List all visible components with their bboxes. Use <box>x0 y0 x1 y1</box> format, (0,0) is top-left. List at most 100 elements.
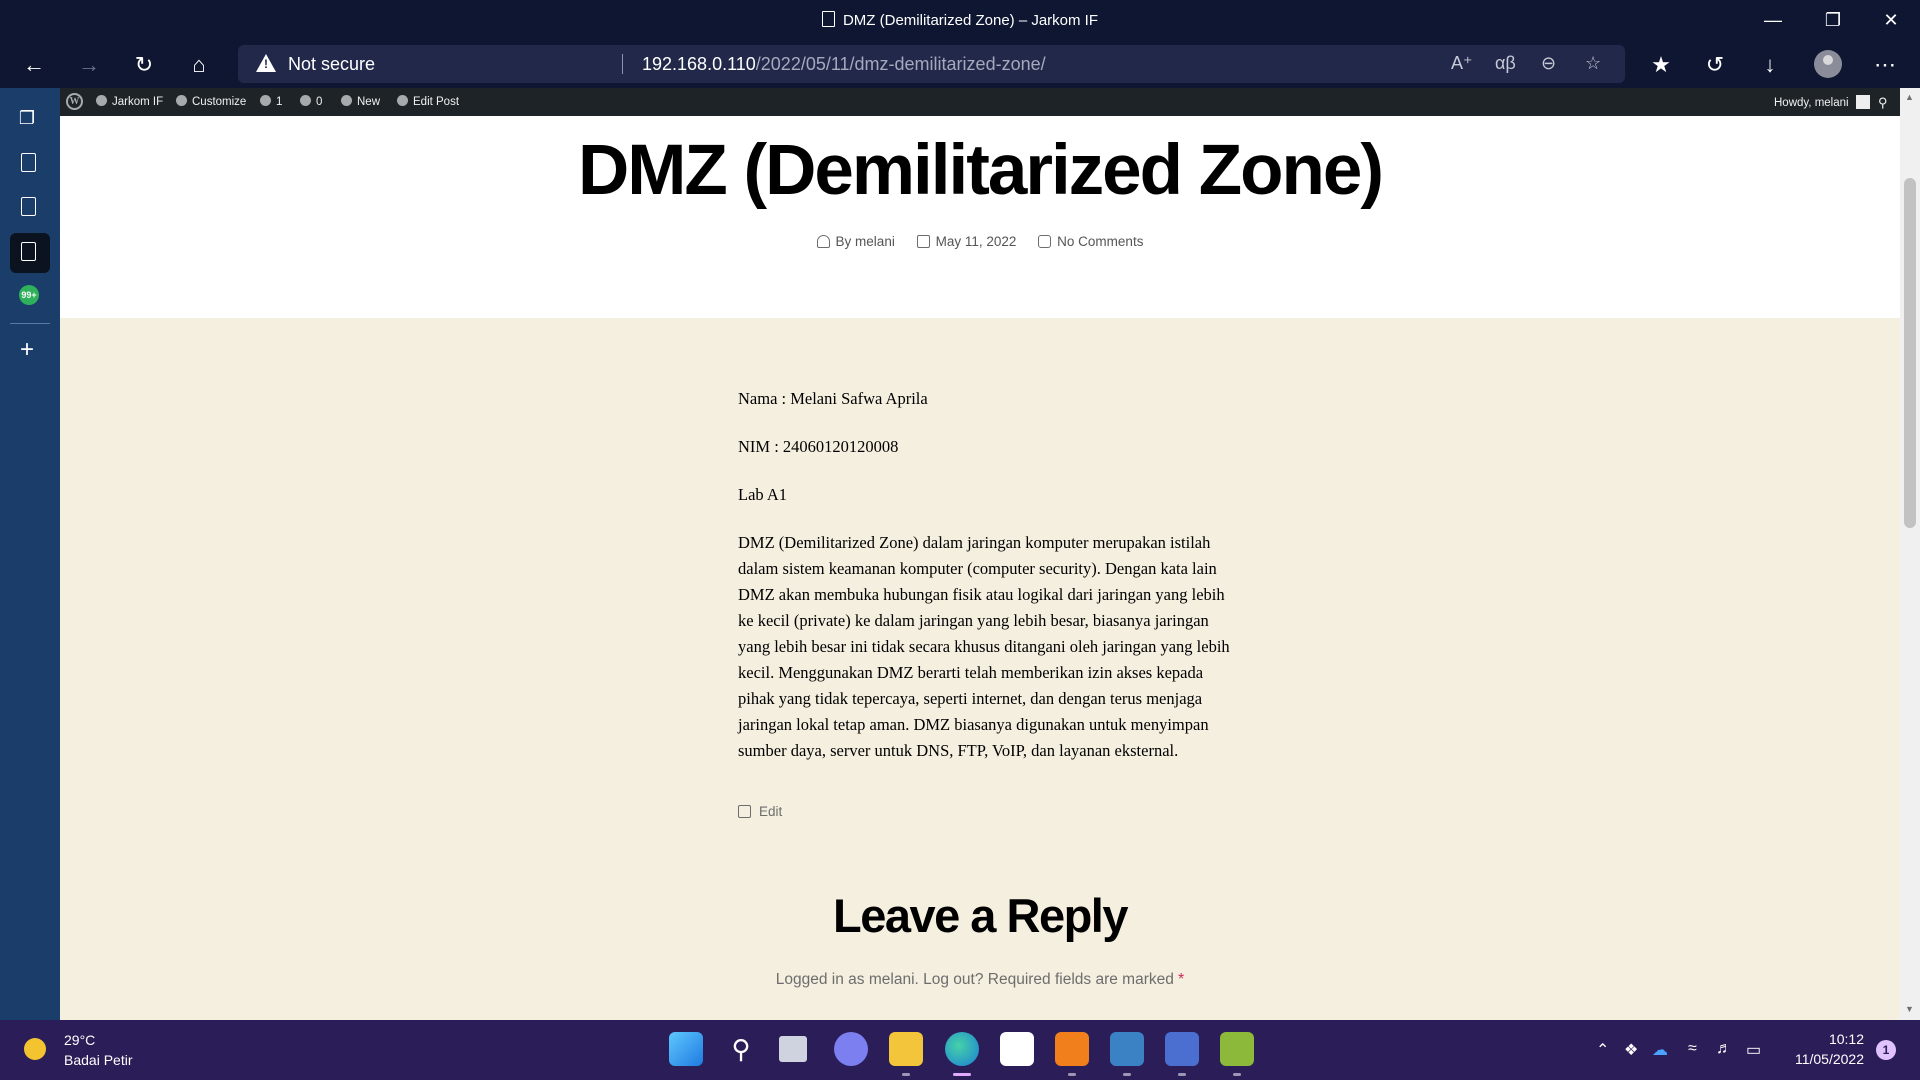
search-taskbar-icon[interactable]: ⚲ <box>724 1032 758 1066</box>
running-indicator <box>902 1073 910 1076</box>
edit-post-link[interactable]: Edit <box>738 804 782 819</box>
volume-icon[interactable]: ♬ <box>1716 1040 1732 1058</box>
favorites-icon[interactable]: ★ <box>1644 48 1678 82</box>
forward-button[interactable]: → <box>72 48 106 82</box>
lab-label: Lab A1 <box>738 485 788 504</box>
page-content: DMZ (Demilitarized Zone) By melani May 1… <box>60 116 1900 1020</box>
file-explorer-icon[interactable] <box>889 1032 923 1066</box>
post-entry: Nama : Melani Safwa Aprila NIM : 2406012… <box>738 386 1238 786</box>
running-indicator <box>1178 1073 1186 1076</box>
post-comments-link[interactable]: No Comments <box>1038 234 1143 249</box>
post-author[interactable]: By melani <box>816 234 895 249</box>
profile-avatar[interactable] <box>1814 50 1842 78</box>
whatsapp-tab-icon[interactable]: 99+ <box>19 285 39 305</box>
wifi-icon[interactable]: ≈ <box>1688 1040 1697 1058</box>
edit-post-link[interactable]: Edit Post <box>397 95 459 108</box>
person-icon <box>816 235 830 248</box>
updates-link[interactable]: 1 <box>260 95 282 108</box>
zoom-out-icon[interactable]: ⊖ <box>1541 53 1556 74</box>
active-indicator <box>953 1073 971 1076</box>
window-title-text: DMZ (Demilitarized Zone) – Jarkom IF <box>842 12 1099 29</box>
app-icon[interactable] <box>1220 1032 1254 1066</box>
author-text: By melani <box>835 234 895 249</box>
history-icon[interactable]: ↺ <box>1698 48 1732 82</box>
battery-icon[interactable]: ▭ <box>1746 1040 1761 1060</box>
customize-label: Customize <box>192 96 247 108</box>
customize-link[interactable]: Customize <box>176 95 246 108</box>
user-avatar <box>1855 95 1870 109</box>
new-tab-icon[interactable]: + <box>17 336 37 363</box>
account-menu[interactable]: Howdy, melani <box>1774 95 1870 109</box>
running-indicator <box>1233 1073 1241 1076</box>
running-indicator <box>1123 1073 1131 1076</box>
clock[interactable]: 10:12 11/05/2022 <box>1788 1029 1864 1069</box>
tab-actions-icon[interactable]: ❐ <box>17 108 37 128</box>
updates-count: 1 <box>276 96 283 108</box>
student-name: Nama : Melani Safwa Aprila <box>738 389 928 408</box>
edge-browser-icon[interactable] <box>945 1032 979 1066</box>
start-button[interactable] <box>669 1032 703 1066</box>
edit-link-label: Edit <box>759 804 783 819</box>
new-content-link[interactable]: New <box>341 95 380 108</box>
chevron-up-icon[interactable]: ⌃ <box>1596 1040 1609 1060</box>
restore-button[interactable]: ❐ <box>1818 6 1848 34</box>
date-text: May 11, 2022 <box>935 234 1017 249</box>
search-icon[interactable]: ⚲ <box>1878 95 1888 111</box>
downloads-icon[interactable]: ↓ <box>1753 48 1787 82</box>
post-header: DMZ (Demilitarized Zone) By melani May 1… <box>60 116 1900 318</box>
page-scrollbar[interactable]: ▲ ▼ <box>1900 88 1920 1020</box>
clock-time: 10:12 <box>1828 1031 1864 1047</box>
calendar-icon <box>916 235 930 248</box>
comments-text: No Comments <box>1057 234 1144 249</box>
app-icon[interactable] <box>1055 1032 1089 1066</box>
refresh-button[interactable]: ↻ <box>127 48 161 82</box>
pencil-icon <box>397 95 408 106</box>
browser-toolbar: ← → ↻ ⌂ Not secure 192.168.0.110/2022/05… <box>0 40 1920 88</box>
scroll-down-arrow[interactable]: ▼ <box>1905 1004 1914 1014</box>
plus-icon <box>341 95 352 106</box>
address-separator <box>622 54 623 74</box>
comments-link[interactable]: 0 <box>300 95 322 108</box>
dropbox-icon[interactable]: ❖ <box>1624 1040 1638 1060</box>
read-aloud-icon[interactable]: A⁺ <box>1451 53 1473 74</box>
app-icon[interactable] <box>1110 1032 1144 1066</box>
running-indicator <box>1068 1073 1076 1076</box>
vertical-tabs-sidebar: ❐ 99+ + <box>0 88 60 1020</box>
address-bar[interactable]: Not secure 192.168.0.110/2022/05/11/dmz-… <box>238 45 1625 83</box>
temperature: 29°C <box>64 1032 96 1048</box>
add-favorite-icon[interactable]: ☆ <box>1585 53 1601 74</box>
reply-title: Leave a Reply <box>832 889 1129 942</box>
article-paragraph: DMZ (Demilitarized Zone) dalam jaringan … <box>738 533 1230 760</box>
url-path: /2022/05/11/dmz-demilitarized-zone/ <box>755 54 1046 74</box>
url-text[interactable]: 192.168.0.110/2022/05/11/dmz-demilitariz… <box>642 54 1046 75</box>
logged-in-text: Logged in as melani. Log out? Required f… <box>775 971 1179 988</box>
warning-icon[interactable] <box>256 54 276 72</box>
wordpress-logo-icon[interactable]: W <box>66 93 83 110</box>
security-label[interactable]: Not secure <box>288 54 375 75</box>
translate-icon[interactable]: αβ <box>1495 53 1516 74</box>
task-view-icon[interactable] <box>779 1036 807 1062</box>
back-button[interactable]: ← <box>17 48 51 82</box>
comment-bubble-icon <box>1038 235 1052 248</box>
windows-taskbar: 29°C Badai Petir ⚲ ⌃ ❖ ☁ ≈ ♬ ▭ 10:12 11/05… <box>0 1020 1920 1080</box>
site-name-link[interactable]: Jarkom IF <box>96 95 163 108</box>
notification-badge[interactable]: 1 <box>1876 1040 1896 1060</box>
post-date[interactable]: May 11, 2022 <box>916 234 1017 249</box>
scroll-up-arrow[interactable]: ▲ <box>1905 92 1914 102</box>
url-host: 192.168.0.110 <box>642 54 756 74</box>
store-icon[interactable] <box>1000 1032 1034 1066</box>
new-label: New <box>357 96 381 108</box>
home-button[interactable]: ⌂ <box>182 48 216 82</box>
more-menu-icon[interactable]: ⋯ <box>1868 48 1902 82</box>
onedrive-icon[interactable]: ☁ <box>1652 1040 1668 1060</box>
tab-page-icon[interactable] <box>21 197 36 216</box>
tab-page-icon[interactable] <box>21 153 36 172</box>
post-title: DMZ (Demilitarized Zone) <box>577 131 1384 210</box>
chat-icon[interactable] <box>834 1032 868 1066</box>
comment-icon <box>300 95 311 106</box>
minimize-button[interactable]: — <box>1758 6 1788 34</box>
logged-in-notice: Logged in as melani. Log out? Required f… <box>60 971 1900 989</box>
scroll-thumb[interactable] <box>1904 178 1916 528</box>
close-window-button[interactable]: ✕ <box>1876 6 1906 34</box>
network-app-icon[interactable] <box>1165 1032 1199 1066</box>
